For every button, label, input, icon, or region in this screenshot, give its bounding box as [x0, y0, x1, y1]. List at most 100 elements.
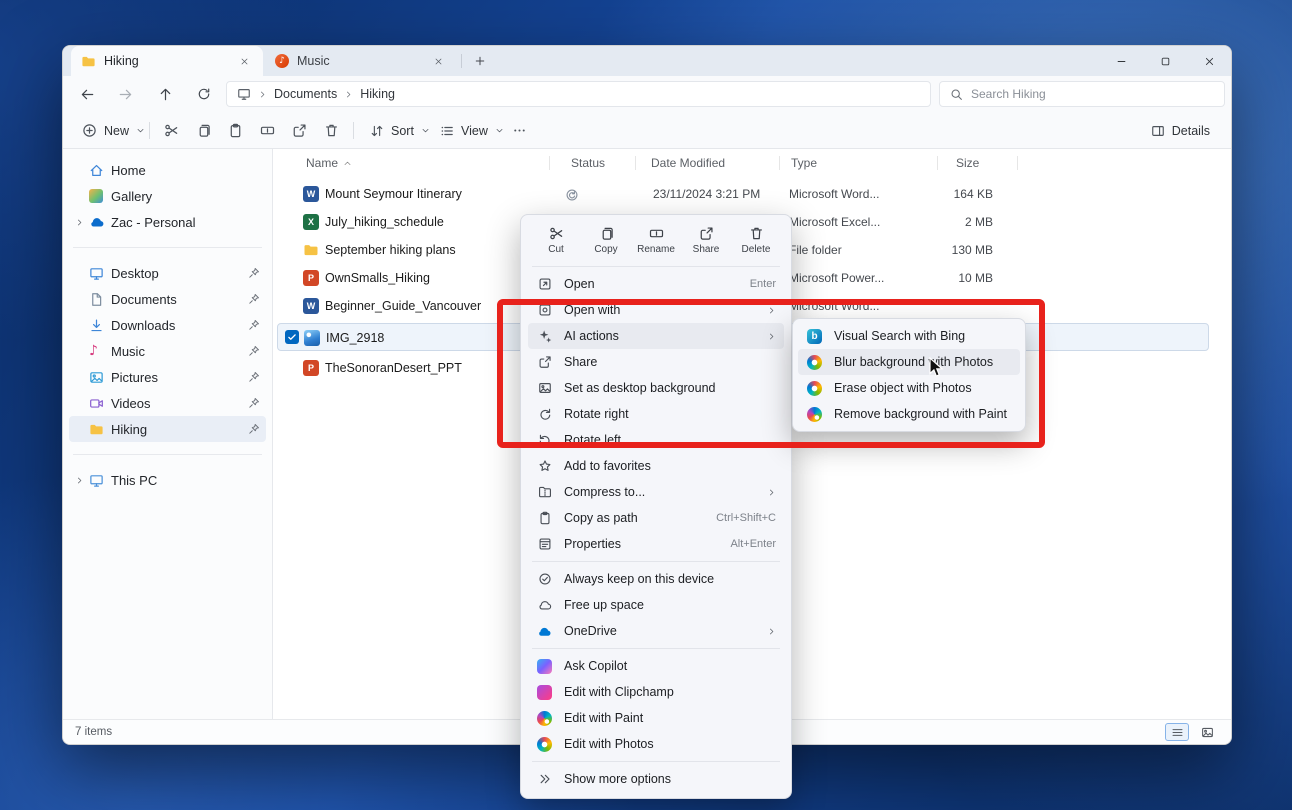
menu-item-copy-as-path[interactable]: Copy as path Ctrl+Shift+C: [528, 505, 784, 531]
details-view-toggle[interactable]: [1165, 723, 1189, 741]
menu-item-ask-copilot[interactable]: Ask Copilot: [528, 653, 784, 679]
chevron-right-icon[interactable]: [75, 476, 89, 485]
sidebar-divider: [73, 247, 262, 248]
breadcrumb-documents[interactable]: Documents: [274, 87, 337, 101]
header-divider: [1017, 156, 1018, 170]
sidebar-item-home[interactable]: Home: [69, 157, 266, 183]
column-header-type[interactable]: Type: [791, 149, 817, 177]
column-header-size[interactable]: Size: [956, 149, 979, 177]
more-options-button[interactable]: [505, 117, 533, 144]
quick-action-delete[interactable]: Delete: [734, 224, 778, 257]
tab-label: Hiking: [104, 54, 227, 68]
maximize-button[interactable]: [1143, 46, 1187, 76]
paste-button[interactable]: [221, 117, 249, 144]
delete-icon: [749, 226, 764, 241]
rename-button[interactable]: [253, 117, 281, 144]
up-button[interactable]: [151, 80, 179, 108]
sidebar-item-this-pc[interactable]: This PC: [69, 467, 266, 493]
search-icon: [950, 88, 963, 101]
gallery-icon: [89, 189, 111, 203]
tab-close-icon[interactable]: [235, 52, 253, 70]
menu-item-edit-with-clipchamp[interactable]: Edit with Clipchamp: [528, 679, 784, 705]
sidebar-item-music[interactable]: ♪ Music: [69, 338, 266, 364]
menu-item-always-keep-on-this-device[interactable]: Always keep on this device: [528, 566, 784, 592]
chevron-down-icon: [136, 126, 145, 135]
tab-close-icon[interactable]: [429, 52, 447, 70]
header-divider: [549, 156, 550, 170]
menu-item-show-more-options[interactable]: Show more options: [528, 766, 784, 792]
menu-item-onedrive[interactable]: OneDrive: [528, 618, 784, 644]
close-button[interactable]: [1187, 46, 1231, 76]
open-icon: [536, 277, 553, 291]
picture-icon: [89, 370, 111, 385]
sidebar-item-gallery[interactable]: Gallery: [69, 183, 266, 209]
monitor-icon: [89, 473, 111, 488]
ch evron-right-icon: [258, 90, 267, 99]
word-file-icon: [303, 186, 319, 202]
excel-file-icon: [303, 214, 319, 230]
quick-action-share[interactable]: Share: [684, 224, 728, 257]
quick-action-cut[interactable]: Cut: [534, 224, 578, 257]
folder-icon: [89, 422, 111, 437]
refresh-button[interactable]: [190, 80, 218, 108]
circle-check-icon: [536, 572, 553, 586]
clipchamp-logo-icon: [536, 685, 553, 700]
file-type: Microsoft Word...: [789, 180, 879, 208]
quick-action-rename[interactable]: Rename: [634, 224, 678, 257]
toolbar: New Sort View Det: [63, 112, 1231, 149]
share-button[interactable]: [285, 117, 313, 144]
menu-item-edit-with-paint[interactable]: Edit with Paint: [528, 705, 784, 731]
quick-action-copy[interactable]: Copy: [584, 224, 628, 257]
back-button[interactable]: [73, 80, 101, 108]
column-header-name[interactable]: Name: [306, 149, 352, 177]
sidebar-item-videos[interactable]: Videos: [69, 390, 266, 416]
sort-ascending-icon: [343, 159, 352, 168]
menu-item-properties[interactable]: Properties Alt+Enter: [528, 531, 784, 557]
column-header-date-modified[interactable]: Date Modified: [651, 149, 725, 177]
sidebar-item-pictures[interactable]: Pictures: [69, 364, 266, 390]
sort-button-label: Sort: [391, 124, 414, 138]
forward-button[interactable]: [111, 80, 139, 108]
chevron-right-icon: [344, 90, 353, 99]
sidebar-item-hiking[interactable]: Hiking: [69, 416, 266, 442]
menu-item-compress-to[interactable]: Compress to...: [528, 479, 784, 505]
cut-button[interactable]: [157, 117, 185, 144]
chevron-right-icon[interactable]: [75, 218, 89, 227]
menu-item-open[interactable]: Open Enter: [528, 271, 784, 297]
new-button[interactable]: New: [73, 117, 154, 144]
pin-icon: [248, 267, 260, 279]
cut-icon: [549, 226, 564, 241]
view-button[interactable]: View: [431, 117, 513, 144]
file-row-mount-seymour-itinerary[interactable]: Mount Seymour Itinerary 23/11/2024 3:21 …: [273, 180, 1231, 208]
clipboard-icon: [536, 511, 553, 525]
pin-icon: [248, 293, 260, 305]
details-button[interactable]: Details: [1142, 117, 1219, 144]
file-name: July_hiking_schedule: [325, 208, 444, 236]
sidebar-item-downloads[interactable]: Downloads: [69, 312, 266, 338]
tab-music[interactable]: ♪ Music: [265, 46, 457, 76]
menu-item-add-to-favorites[interactable]: Add to favorites: [528, 453, 784, 479]
sidebar-item-onedrive-personal[interactable]: Zac - Personal: [69, 209, 266, 235]
file-type: Microsoft Power...: [789, 264, 884, 292]
new-tab-button[interactable]: [469, 50, 491, 72]
tab-hiking[interactable]: Hiking: [71, 46, 263, 76]
cloud-icon: [536, 598, 553, 612]
sort-button[interactable]: Sort: [361, 117, 439, 144]
checkbox-checked[interactable]: [285, 330, 299, 344]
minimize-button[interactable]: [1099, 46, 1143, 76]
sidebar-item-desktop[interactable]: Desktop: [69, 260, 266, 286]
search-box[interactable]: [939, 81, 1225, 107]
copy-button[interactable]: [189, 117, 217, 144]
address-bar[interactable]: Documents Hiking: [226, 81, 931, 107]
search-input[interactable]: [971, 87, 1214, 101]
header-divider: [635, 156, 636, 170]
thumbnail-view-toggle[interactable]: [1195, 723, 1219, 741]
menu-separator: [532, 561, 780, 562]
breadcrumb-hiking[interactable]: Hiking: [360, 87, 395, 101]
submenu-chevron-icon: [764, 488, 776, 497]
delete-button[interactable]: [317, 117, 345, 144]
sidebar-item-documents[interactable]: Documents: [69, 286, 266, 312]
menu-item-edit-with-photos[interactable]: Edit with Photos: [528, 731, 784, 757]
menu-item-free-up-space[interactable]: Free up space: [528, 592, 784, 618]
column-header-status[interactable]: Status: [571, 149, 605, 177]
